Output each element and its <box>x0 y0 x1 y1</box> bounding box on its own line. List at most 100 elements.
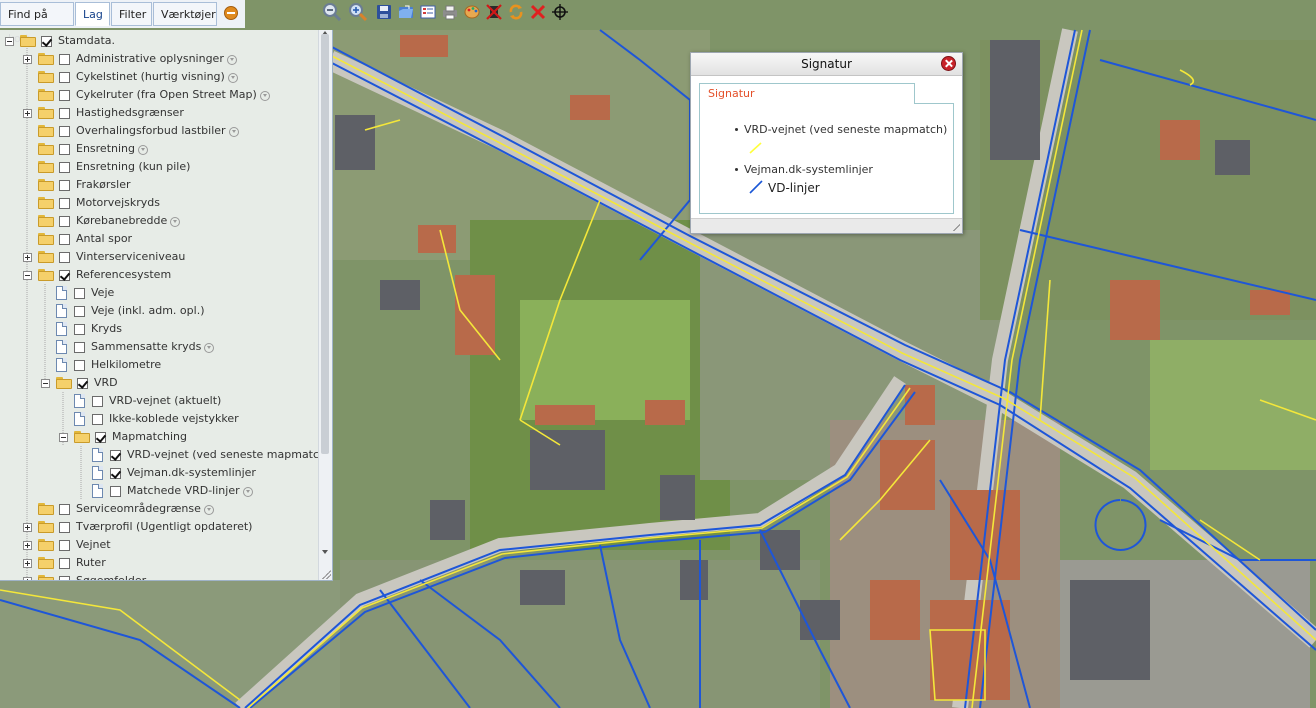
info-icon[interactable] <box>228 127 239 137</box>
collapse-icon[interactable] <box>59 432 68 442</box>
layer-item-veje[interactable]: Veje <box>56 284 114 302</box>
close-icon[interactable] <box>941 56 956 71</box>
collapse-icon[interactable] <box>23 270 32 280</box>
dialog-resize-grip-icon[interactable] <box>952 223 960 231</box>
layer-checkbox[interactable] <box>59 107 70 119</box>
save-icon[interactable] <box>374 2 394 22</box>
layer-checkbox[interactable] <box>59 89 70 101</box>
layer-item-tvaerprofil[interactable]: Tværprofil (Ugentligt opdateret) <box>23 518 252 536</box>
layer-checkbox[interactable] <box>92 395 103 407</box>
layer-checkbox[interactable] <box>59 539 70 551</box>
layer-checkbox[interactable] <box>59 53 70 65</box>
expand-icon[interactable] <box>23 540 32 550</box>
layer-item-ruter[interactable]: Ruter <box>23 554 106 572</box>
layer-checkbox[interactable] <box>59 197 70 209</box>
layer-item-vrd[interactable]: VRD <box>41 374 118 392</box>
info-icon[interactable] <box>203 505 214 515</box>
signatur-dialog-header[interactable]: Signatur <box>691 53 962 76</box>
layer-checkbox[interactable] <box>59 161 70 173</box>
info-icon[interactable] <box>204 343 215 353</box>
expand-icon[interactable] <box>23 252 32 262</box>
layer-item-ensretning-kun-pile[interactable]: Ensretning (kun pile) <box>38 158 190 176</box>
layer-checkbox[interactable] <box>59 215 70 227</box>
layer-item-cykelstinet[interactable]: Cykelstinet (hurtig visning) <box>38 68 238 86</box>
layer-item-administrative-oplysninger[interactable]: Administrative oplysninger <box>23 50 237 68</box>
layer-item-serviceomraadegraense[interactable]: Serviceområdegrænse <box>38 500 214 518</box>
layer-checkbox[interactable] <box>59 557 70 569</box>
layer-item-hastighedsgraenser[interactable]: Hastighedsgrænser <box>23 104 184 122</box>
layer-checkbox[interactable] <box>59 503 70 515</box>
layer-item-vrd-vejnet-aktuelt[interactable]: VRD-vejnet (aktuelt) <box>74 392 221 410</box>
layer-checkbox[interactable] <box>110 467 121 479</box>
expand-icon[interactable] <box>23 54 32 64</box>
panel-resize-grip-icon[interactable] <box>321 569 331 579</box>
palette-icon[interactable] <box>462 2 482 22</box>
expand-icon[interactable] <box>23 558 32 568</box>
layer-item-vrd-vejnet-mapmatch[interactable]: VRD-vejnet (ved seneste mapmatch) <box>92 446 332 464</box>
info-icon[interactable] <box>226 55 237 65</box>
layer-item-matchede-vrd-linjer[interactable]: Matchede VRD-linjer <box>92 482 253 500</box>
zoom-out-icon[interactable] <box>322 2 342 22</box>
collapse-icon[interactable] <box>5 36 14 46</box>
layer-checkbox[interactable] <box>74 359 85 371</box>
layer-item-stamdata[interactable]: Stamdata. <box>5 32 115 50</box>
layer-checkbox[interactable] <box>59 179 70 191</box>
layer-checkbox[interactable] <box>74 287 85 299</box>
layer-item-cykelruter[interactable]: Cykelruter (fra Open Street Map) <box>38 86 270 104</box>
layer-item-vejnet[interactable]: Vejnet <box>23 536 111 554</box>
layer-item-ensretning[interactable]: Ensretning <box>38 140 148 158</box>
layer-item-soegemfelder[interactable]: Søgemfelder <box>23 572 146 580</box>
open-folder-icon[interactable] <box>396 2 416 22</box>
layer-checkbox[interactable] <box>77 377 88 389</box>
layer-item-sammensatte-kryds[interactable]: Sammensatte kryds <box>56 338 215 356</box>
delete-layer-icon[interactable] <box>484 2 504 22</box>
layer-item-ikke-koblede-vejstykker[interactable]: Ikke-koblede vejstykker <box>74 410 239 428</box>
info-icon[interactable] <box>242 487 253 497</box>
scrollbar-thumb[interactable] <box>321 34 329 454</box>
scroll-down-arrow-icon[interactable] <box>322 550 328 554</box>
layer-checkbox[interactable] <box>59 269 70 281</box>
layer-item-frakoersler[interactable]: Frakørsler <box>38 176 131 194</box>
tab-filter[interactable]: Filter <box>111 2 152 26</box>
info-icon[interactable] <box>227 73 238 83</box>
refresh-icon[interactable] <box>506 2 526 22</box>
tab-vaerktoejer[interactable]: Værktøjer <box>153 2 217 26</box>
legend-icon[interactable] <box>418 2 438 22</box>
layer-checkbox[interactable] <box>59 521 70 533</box>
info-icon[interactable] <box>138 145 148 155</box>
zoom-in-icon[interactable] <box>348 2 368 22</box>
layer-checkbox[interactable] <box>59 71 70 83</box>
layer-checkbox[interactable] <box>74 305 85 317</box>
layer-checkbox[interactable] <box>59 143 70 155</box>
layer-item-mapmatching[interactable]: Mapmatching <box>59 428 187 446</box>
layer-checkbox[interactable] <box>41 35 52 47</box>
layer-item-koerebanebredde[interactable]: Kørebanebredde <box>38 212 181 230</box>
layer-item-referencesystem[interactable]: Referencesystem <box>23 266 171 284</box>
layer-checkbox[interactable] <box>74 341 85 353</box>
layer-checkbox[interactable] <box>92 413 103 425</box>
layer-checkbox[interactable] <box>59 233 70 245</box>
layer-checkbox[interactable] <box>59 125 70 137</box>
tab-lag[interactable]: Lag <box>75 2 110 26</box>
collapse-panel-icon[interactable] <box>224 6 238 20</box>
layer-item-veje-inkl-adm[interactable]: Veje (inkl. adm. opl.) <box>56 302 205 320</box>
layer-checkbox[interactable] <box>95 431 106 443</box>
layer-item-vinterserviceniveau[interactable]: Vinterserviceniveau <box>23 248 185 266</box>
layer-item-vejman-systemlinjer[interactable]: Vejman.dk-systemlinjer <box>92 464 256 482</box>
print-icon[interactable] <box>440 2 460 22</box>
tab-signatur[interactable]: Signatur <box>699 83 915 104</box>
tab-find-paa-kort[interactable]: Find på kort <box>0 2 74 45</box>
layer-checkbox[interactable] <box>110 449 121 461</box>
collapse-icon[interactable] <box>41 378 50 388</box>
expand-icon[interactable] <box>23 108 32 118</box>
layer-checkbox[interactable] <box>110 485 121 497</box>
layer-item-overhalingsforbud[interactable]: Overhalingsforbud lastbiler <box>38 122 239 140</box>
close-icon[interactable] <box>528 2 548 22</box>
layer-item-motorvejskryds[interactable]: Motorvejskryds <box>38 194 160 212</box>
layer-item-antal-spor[interactable]: Antal spor <box>38 230 132 248</box>
expand-icon[interactable] <box>23 522 32 532</box>
info-icon[interactable] <box>170 217 181 227</box>
layer-checkbox[interactable] <box>74 323 85 335</box>
layer-item-kryds[interactable]: Kryds <box>56 320 122 338</box>
layer-item-helkilometre[interactable]: Helkilometre <box>56 356 161 374</box>
